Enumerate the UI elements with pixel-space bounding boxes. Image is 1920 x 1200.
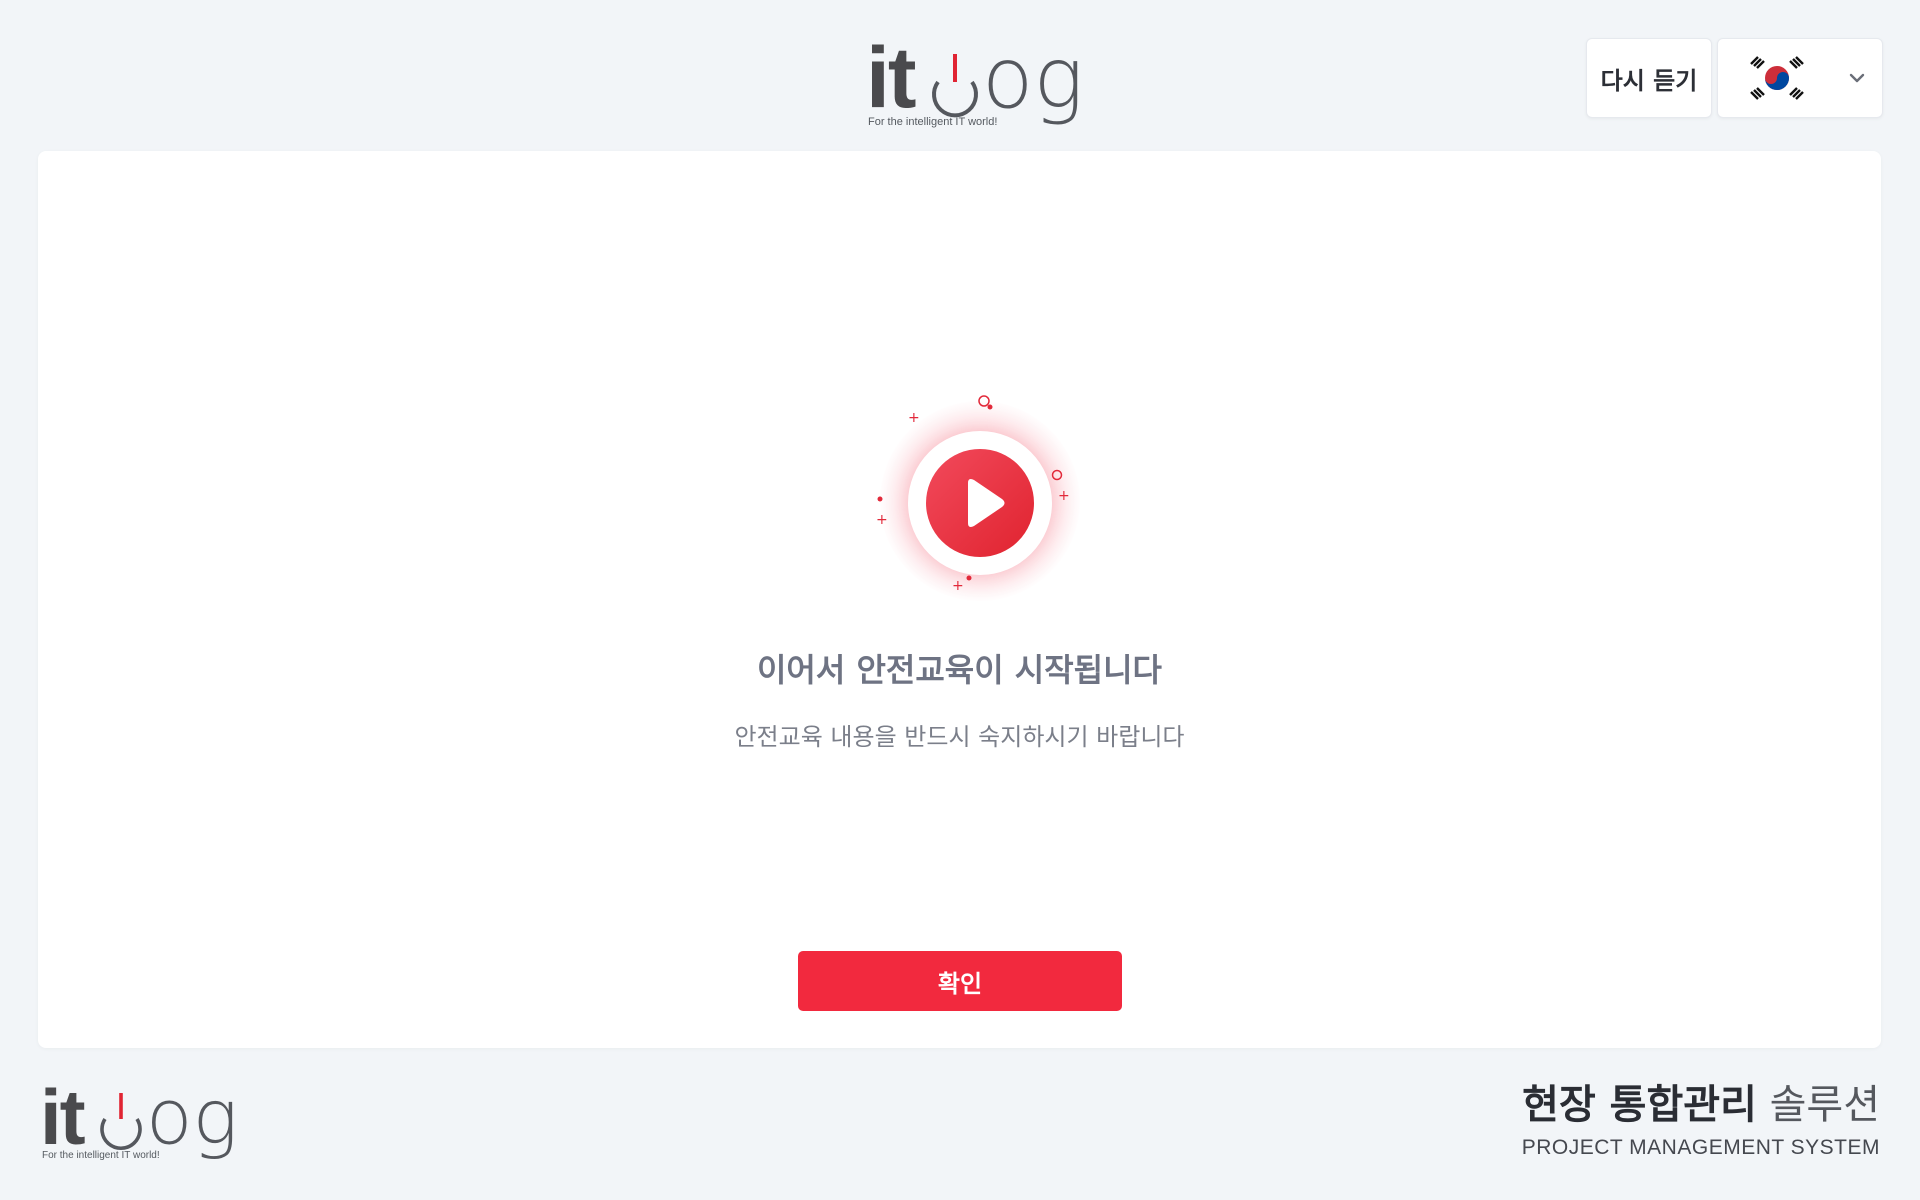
footer-title: 현장 통합관리 솔루션 [1522,1080,1880,1130]
footer-branding: 현장 통합관리 솔루션 PROJECT MANAGEMENT SYSTEM [1522,1080,1880,1160]
chevron-down-icon [1849,73,1865,83]
play-graphic: + + + + [860,381,1100,621]
page-subtitle: 안전교육 내용을 반드시 숙지하시기 바랍니다 [734,723,1185,751]
footer-title-light: 솔루션 [1769,1082,1880,1128]
main-card: + + + + 이어서 안전교육이 시작됩니다 안전교육 내용을 반드시 숙지하… [38,151,1881,1048]
logo-tagline: For the intelligent IT world! [42,1150,160,1161]
logo-it-text: it [40,1073,86,1161]
logo-og-text: og [146,1072,239,1161]
replay-button[interactable]: 다시 듣기 [1586,38,1712,118]
bubble-icon [877,395,1063,581]
footer-logo: it og For the intelligent IT world! [40,1073,238,1164]
header-logo: it og For the intelligent IT world! [866,30,1084,130]
logo-tagline: For the intelligent IT world! [868,116,998,128]
footer-subtitle: PROJECT MANAGEMENT SYSTEM [1521,1136,1880,1159]
korea-flag-icon [1746,54,1808,102]
page-title: 이어서 안전교육이 시작됩니다 [756,651,1162,689]
logo-power-icon [100,1093,142,1150]
footer-title-bold: 현장 통합관리 [1522,1082,1757,1128]
language-select[interactable] [1717,38,1883,118]
logo-og-text: og [982,29,1084,127]
logo-power-icon [932,54,978,118]
confirm-button[interactable]: 확인 [798,951,1122,1011]
logo-it-text: it [866,30,917,126]
